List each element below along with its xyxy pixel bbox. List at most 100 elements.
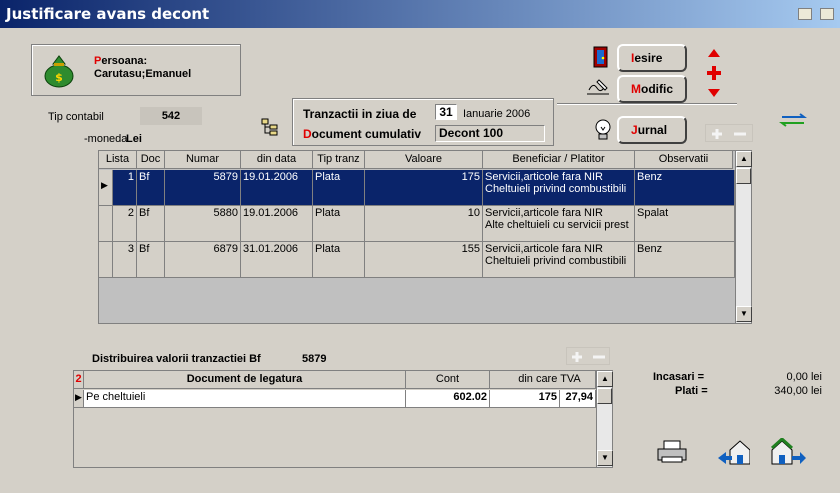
svg-text:$: $ [55,71,63,84]
exit-door-icon [593,46,609,68]
cell-data[interactable]: 31.01.2006 [241,242,313,278]
cell-doc[interactable]: Bf [137,170,165,206]
plus-icon[interactable] [707,66,721,80]
plati-label: Plati = [675,385,708,397]
moneda-value: Lei [126,133,142,145]
cell-valoare[interactable]: 175 [365,170,483,206]
document-cumulativ-input[interactable]: Decont 100 [435,125,545,142]
tranzactii-label: Tranzactii in ziua de [303,107,417,121]
beneficiar-line2: Cheltuieli privind combustibili [485,183,627,195]
cell-obs[interactable]: Spalat [635,206,735,242]
cell-valoare[interactable]: 155 [365,242,483,278]
printer-icon[interactable] [656,440,688,464]
tranzactii-panel: Tranzactii in ziua de 31 Ianuarie 2006 D… [292,98,554,146]
distrib-number: 5879 [302,353,327,365]
jurnal-button[interactable]: Jurnal [617,116,687,144]
distrib-header-tva[interactable]: din care TVA [504,371,596,389]
distribution-row[interactable]: ▶ Pe cheltuieli 602.02 175 27,94 [74,390,596,408]
incasari-label: Incasari = [653,371,705,383]
column-header-valoare[interactable]: Valoare [365,151,483,169]
distribution-table: 2 Document de legatura Cont Suma ▶ Pe ch… [73,370,613,468]
person-name: Carutasu;Emanuel [94,68,192,80]
cell-tip[interactable]: Plata [313,206,365,242]
arrow-up-icon[interactable] [707,48,721,58]
window-controls [798,8,834,20]
person-label: Persoana: [94,55,148,67]
cell-pointer [99,242,113,278]
distrib-add-remove-icons[interactable] [566,347,610,365]
distrib-scrollbar[interactable]: ▲ ▼ [596,371,613,467]
beneficiar-line1: Servicii,articole fara NIR [485,243,603,255]
cell-data[interactable]: 19.01.2006 [241,206,313,242]
tree-view-icon[interactable] [261,117,279,137]
cell-numar[interactable]: 5880 [165,206,241,242]
cell-doc[interactable]: Bf [137,206,165,242]
cell-data[interactable]: 19.01.2006 [241,170,313,206]
cell-benef[interactable]: Servicii,articole fara NIR Alte cheltuiel… [483,206,635,242]
cell-nr[interactable]: 2 [113,206,137,242]
cell-doc[interactable]: Bf [137,242,165,278]
tip-contabil-value: 542 [140,107,202,125]
tip-contabil-label: Tip contabil [48,111,104,123]
distrib-counter: 2 [74,371,84,389]
column-header-beneficiar[interactable]: Beneficiar / Platitor [483,151,635,169]
table-row[interactable]: 2 Bf 5880 19.01.2006 Plata 10 Servicii,articol… [99,206,735,242]
incasari-value: 0,00 lei [786,371,822,383]
maximize-button[interactable] [820,8,834,20]
lightbulb-icon [593,118,613,142]
column-header-numar[interactable]: Numar [165,151,241,169]
column-header-doc[interactable]: Doc [137,151,165,169]
cell-obs[interactable]: Benz [635,242,735,278]
cell-obs[interactable]: Benz [635,170,735,206]
table-scrollbar[interactable]: ▲ ▼ [735,151,752,323]
table-row[interactable]: 3 Bf 6879 31.01.2006 Plata 155 Servicii,artico… [99,242,735,278]
distrib-cell-document[interactable]: Pe cheltuieli [84,390,406,408]
toolbar-divider [557,103,737,105]
cell-nr[interactable]: 3 [113,242,137,278]
beneficiar-line2: Cheltuieli privind combustibili [485,255,627,267]
plati-value: 340,00 lei [774,385,822,397]
arrow-down-icon[interactable] [707,88,721,98]
transactions-table: Lista Doc Numar din data Tip tranz Valoa… [98,150,752,324]
pen-sign-icon [585,76,611,98]
modific-button[interactable]: Modific [617,75,687,103]
cell-pointer [99,206,113,242]
distrib-header-document[interactable]: Document de legatura [84,371,406,389]
cell-tip[interactable]: Plata [313,170,365,206]
money-bag-icon: $ [42,52,76,88]
distrib-title: Distribuirea valorii tranzactiei Bf [92,353,261,365]
column-header-lista[interactable]: Lista [99,151,137,169]
moneda-label: -moneda [84,133,128,145]
cell-tip[interactable]: Plata [313,242,365,278]
cell-numar[interactable]: 5879 [165,170,241,206]
iesire-button[interactable]: Iesire [617,44,687,72]
window-title: Justificare avans decont [6,5,210,23]
cell-benef[interactable]: Servicii,articole fara NIR Cheltuieli pri… [483,170,635,206]
column-header-din-data[interactable]: din data [241,151,313,169]
distrib-cell-cont[interactable]: 602.02 [406,390,490,408]
beneficiar-line1: Servicii,articole fara NIR [485,171,603,183]
column-header-tip-tranz[interactable]: Tip tranz [313,151,365,169]
row-pointer-icon: ▶ [99,170,113,206]
home-exit-icon[interactable] [770,436,806,466]
cell-numar[interactable]: 6879 [165,242,241,278]
month-year-label: Ianuarie 2006 [463,108,531,120]
person-panel: $ Persoana: Carutasu;Emanuel [31,44,241,96]
document-cumulativ-label: Document cumulativ [303,127,422,141]
title-bar: Justificare avans decont [0,0,840,28]
cell-benef[interactable]: Servicii,articole fara NIR Cheltuieli pri… [483,242,635,278]
beneficiar-line1: Servicii,articole fara NIR [485,207,603,219]
home-back-icon[interactable] [716,438,751,466]
minimize-button[interactable] [798,8,812,20]
distrib-cell-tva[interactable]: 27,94 [504,390,596,408]
add-remove-icons[interactable] [705,124,753,142]
table-row[interactable]: ▶ 1 Bf 5879 19.01.2006 Plata 175 Servicii,artic… [99,170,735,206]
distrib-header-cont[interactable]: Cont [406,371,490,389]
swap-arrows-icon[interactable] [778,112,808,128]
column-header-observatii[interactable]: Observatii [635,151,733,169]
cell-nr[interactable]: 1 [113,170,137,206]
beneficiar-line2: Alte cheltuieli cu servicii prest [485,219,629,231]
row-pointer-icon: ▶ [74,390,84,408]
cell-valoare[interactable]: 10 [365,206,483,242]
day-input[interactable]: 31 [435,104,457,120]
